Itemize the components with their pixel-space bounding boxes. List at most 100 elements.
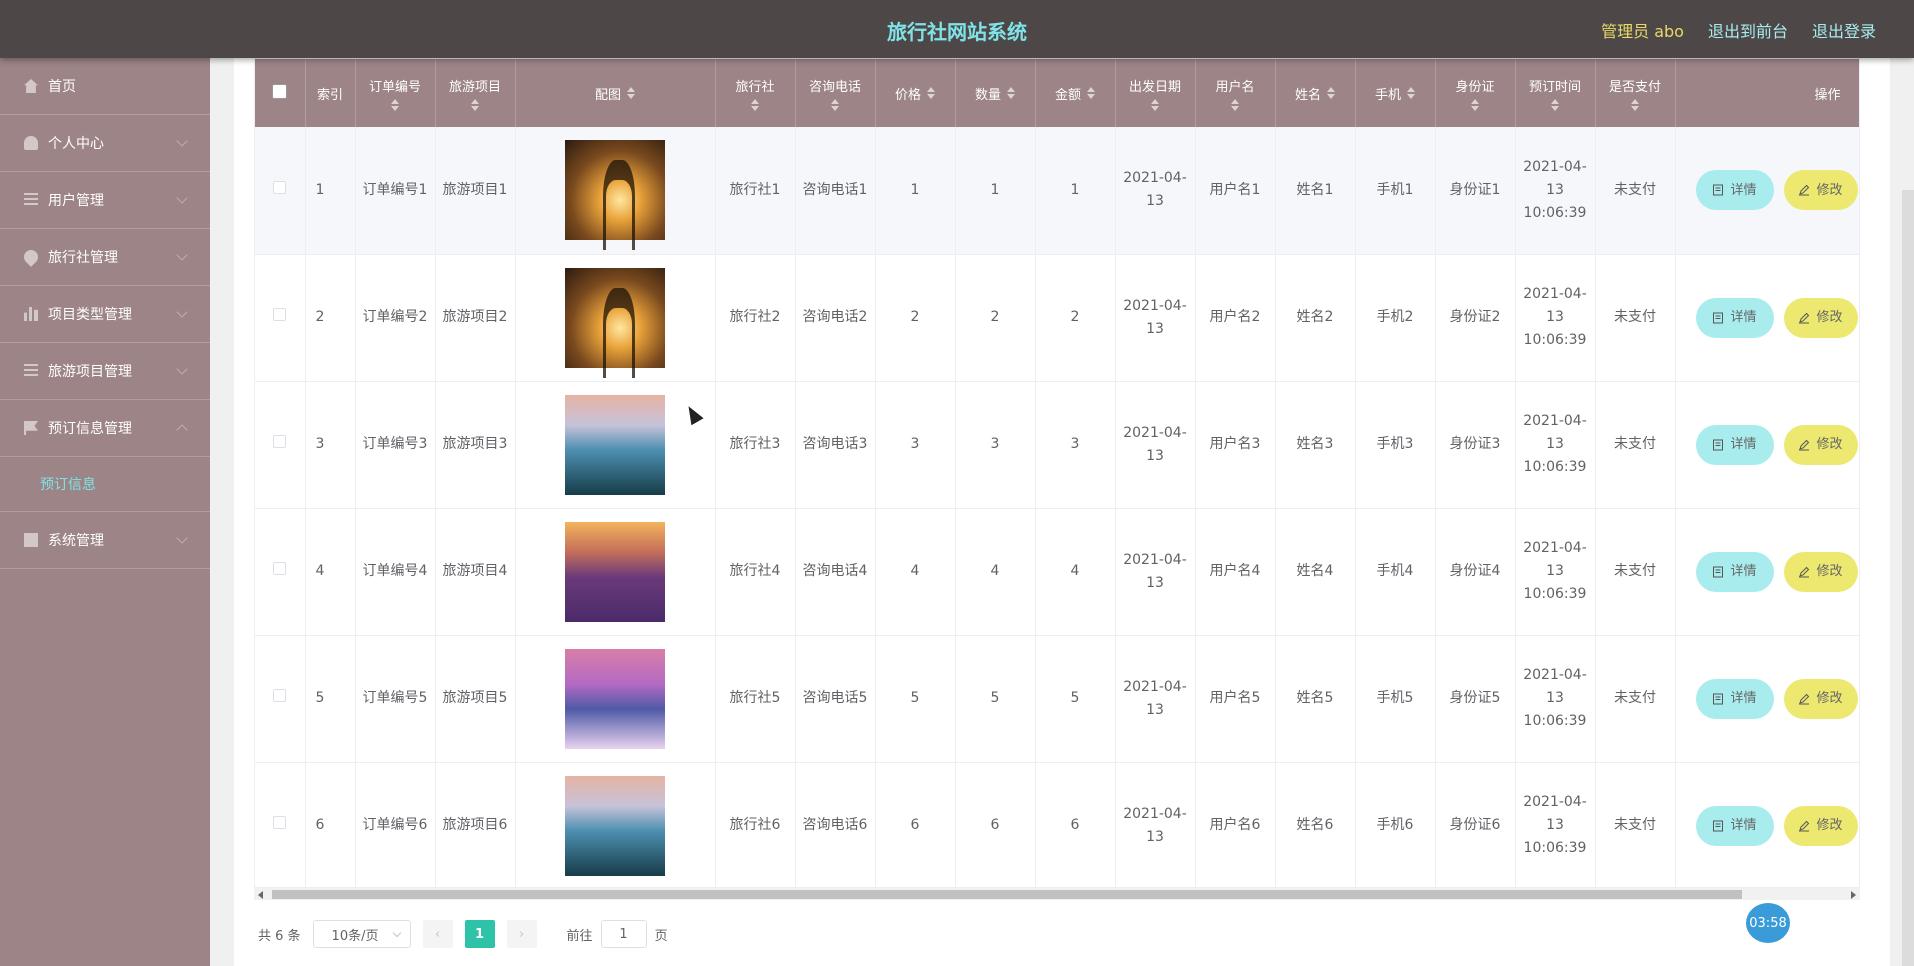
index-text: 3 bbox=[315, 436, 325, 452]
row-checkbox[interactable] bbox=[273, 816, 287, 829]
project-image[interactable] bbox=[565, 775, 665, 876]
actions-cell: 详情 修改 bbox=[1675, 635, 1859, 763]
sort-icon[interactable] bbox=[627, 87, 635, 99]
logout-link[interactable]: 退出登录 bbox=[1812, 18, 1876, 42]
row-select-cell bbox=[255, 254, 306, 382]
sort-icon[interactable] bbox=[1087, 87, 1095, 99]
edit-button[interactable]: 修改 bbox=[1783, 297, 1858, 338]
sort-icon[interactable] bbox=[471, 98, 479, 111]
column-header[interactable]: 身份证 bbox=[1435, 59, 1516, 127]
vertical-scrollbar[interactable] bbox=[1902, 190, 1914, 966]
page-size-select[interactable]: 10条/页 bbox=[312, 920, 411, 948]
date-cell: 2021-04-13 bbox=[1115, 381, 1196, 509]
select-all-checkbox[interactable] bbox=[272, 83, 288, 99]
sidebar-subitem-booking-info[interactable]: 预订信息 bbox=[0, 457, 210, 512]
sidebar-item-system[interactable]: 系统管理 bbox=[0, 512, 210, 569]
sidebar-item-home[interactable]: 首页 bbox=[0, 58, 210, 115]
sort-icon[interactable] bbox=[391, 98, 399, 111]
edit-label: 修改 bbox=[1816, 564, 1843, 579]
column-header[interactable]: 手机 bbox=[1355, 59, 1436, 127]
edit-button[interactable]: 修改 bbox=[1783, 678, 1858, 719]
sort-icon[interactable] bbox=[1631, 98, 1639, 111]
page-size-value: 10条/页 bbox=[331, 928, 379, 944]
goto-page-input[interactable]: 1 bbox=[600, 920, 647, 948]
scroll-left-icon[interactable] bbox=[258, 891, 263, 899]
detail-button[interactable]: 详情 bbox=[1695, 170, 1774, 211]
timer-badge[interactable]: 03:58 bbox=[1746, 903, 1790, 943]
next-page-button[interactable]: › bbox=[506, 920, 537, 948]
agency-cell-text: 旅行社1 bbox=[729, 181, 781, 198]
qty-cell: 3 bbox=[955, 381, 1036, 509]
edit-button[interactable]: 修改 bbox=[1783, 170, 1858, 211]
row-checkbox[interactable] bbox=[273, 689, 287, 702]
project-image[interactable] bbox=[565, 521, 665, 622]
sort-icon[interactable] bbox=[751, 98, 759, 111]
mobile-cell-text: 手机4 bbox=[1376, 563, 1414, 579]
sidebar-item-users[interactable]: 用户管理 bbox=[0, 172, 210, 229]
scroll-right-icon[interactable] bbox=[1851, 891, 1856, 899]
column-header[interactable]: 配图 bbox=[515, 59, 716, 127]
row-checkbox[interactable] bbox=[273, 435, 287, 448]
sort-icon[interactable] bbox=[1007, 87, 1015, 99]
column-header[interactable]: 旅行社 bbox=[715, 59, 796, 127]
goto-suffix: 页 bbox=[654, 928, 668, 944]
column-header[interactable]: 价格 bbox=[875, 59, 956, 127]
sort-icon[interactable] bbox=[831, 98, 839, 111]
page-number-button[interactable]: 1 bbox=[464, 920, 495, 948]
column-header[interactable]: 是否支付 bbox=[1595, 59, 1676, 127]
column-header[interactable]: 订单编号 bbox=[355, 59, 436, 127]
column-header[interactable]: 数量 bbox=[955, 59, 1036, 127]
booked-at-cell: 2021-04-13 10:06:39 bbox=[1515, 254, 1596, 382]
column-header[interactable]: 金额 bbox=[1035, 59, 1116, 127]
detail-button[interactable]: 详情 bbox=[1695, 678, 1774, 719]
row-checkbox[interactable] bbox=[273, 308, 287, 321]
scrollbar-thumb[interactable] bbox=[272, 890, 1742, 899]
order-no-cell: 订单编号6 bbox=[355, 762, 436, 887]
sort-icon[interactable] bbox=[1231, 98, 1239, 111]
agency-cell-text: 旅行社2 bbox=[729, 309, 781, 325]
column-header[interactable]: 姓名 bbox=[1275, 59, 1356, 127]
prev-page-button[interactable]: ‹ bbox=[422, 920, 453, 948]
row-checkbox[interactable] bbox=[273, 562, 287, 575]
column-header[interactable]: 出发日期 bbox=[1115, 59, 1196, 127]
column-label: 数量 bbox=[974, 87, 1001, 103]
sort-icon[interactable] bbox=[1407, 87, 1415, 99]
column-header[interactable]: 用户名 bbox=[1195, 59, 1276, 127]
sidebar-item-profile[interactable]: 个人中心 bbox=[0, 115, 210, 172]
project-image[interactable] bbox=[565, 267, 665, 378]
horizontal-scrollbar[interactable] bbox=[254, 888, 1860, 900]
project-image[interactable] bbox=[565, 394, 665, 495]
column-header[interactable]: 预订时间 bbox=[1515, 59, 1596, 127]
phone-cell: 咨询电话3 bbox=[795, 381, 876, 509]
column-header[interactable]: 旅游项目 bbox=[435, 59, 516, 127]
detail-button[interactable]: 详情 bbox=[1695, 424, 1774, 465]
detail-button[interactable]: 详情 bbox=[1695, 805, 1774, 846]
sort-icon[interactable] bbox=[1327, 87, 1335, 99]
sidebar-item-label: 首页 bbox=[48, 79, 76, 95]
sort-icon[interactable] bbox=[927, 87, 935, 99]
amount-cell-text: 3 bbox=[1070, 436, 1080, 452]
edit-button[interactable]: 修改 bbox=[1783, 805, 1858, 846]
sort-icon[interactable] bbox=[1471, 98, 1479, 111]
amount-cell: 1 bbox=[1035, 127, 1116, 255]
sort-icon[interactable] bbox=[1151, 98, 1159, 111]
sidebar-item-agencies[interactable]: 旅行社管理 bbox=[0, 229, 210, 286]
sidebar-item-project-types[interactable]: 项目类型管理 bbox=[0, 286, 210, 343]
price-cell-text: 2 bbox=[910, 309, 920, 325]
column-header[interactable]: 咨询电话 bbox=[795, 59, 876, 127]
qty-cell-text: 4 bbox=[990, 563, 1000, 579]
detail-button[interactable]: 详情 bbox=[1695, 551, 1774, 592]
project-cell: 旅游项目1 bbox=[435, 127, 516, 255]
back-to-front-link[interactable]: 退出到前台 bbox=[1708, 18, 1788, 42]
detail-button[interactable]: 详情 bbox=[1695, 297, 1774, 338]
sidebar-item-projects[interactable]: 旅游项目管理 bbox=[0, 343, 210, 400]
row-checkbox[interactable] bbox=[273, 180, 287, 194]
edit-button[interactable]: 修改 bbox=[1783, 551, 1858, 592]
project-image[interactable] bbox=[565, 648, 665, 749]
sidebar-item-bookings[interactable]: 预订信息管理 bbox=[0, 400, 210, 457]
edit-button[interactable]: 修改 bbox=[1783, 424, 1858, 465]
project-image[interactable] bbox=[565, 140, 665, 251]
qty-cell: 1 bbox=[955, 127, 1036, 255]
sort-icon[interactable] bbox=[1551, 98, 1559, 111]
project-cell: 旅游项目3 bbox=[435, 381, 516, 509]
